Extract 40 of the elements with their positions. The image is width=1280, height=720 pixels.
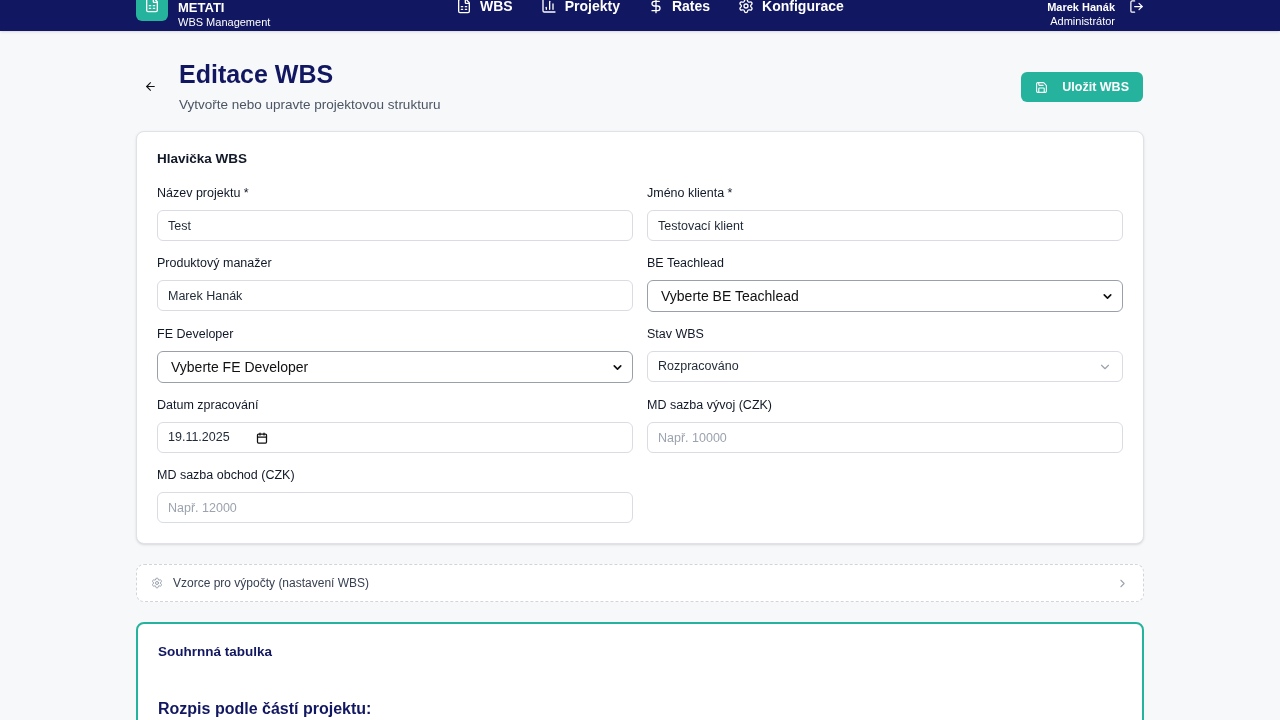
settings-icon	[151, 577, 163, 590]
select-field[interactable]: Vyberte FE Developer	[157, 351, 633, 384]
field-label: Název projektu *	[157, 185, 250, 202]
field-label: Datum zpracování	[157, 397, 260, 414]
date-field[interactable]: 19.11.2025	[157, 422, 633, 454]
field-label: Produktový manažer	[157, 255, 273, 272]
user-role: Administrátor	[1050, 15, 1115, 27]
input-field[interactable]: Např. 10000	[647, 422, 1123, 454]
field-label: FE Developer	[157, 326, 235, 343]
section-heading: Rozpis podle částí projektu:	[158, 698, 373, 719]
save-icon	[1035, 80, 1049, 94]
field-label: Stav WBS	[647, 326, 705, 343]
nav-link[interactable]: Konfigurace	[738, 0, 844, 17]
logout-icon[interactable]	[1129, 0, 1144, 14]
field-label: MD sazba vývoj (CZK)	[647, 397, 774, 414]
brand-subtitle: WBS Management	[178, 16, 271, 28]
brand-name: METATI	[178, 1, 226, 14]
page-subtitle: Vytvořte nebo upravte projektovou strukturu	[179, 96, 441, 114]
input-field[interactable]: Marek Hanák	[157, 280, 633, 312]
settings-icon	[738, 0, 755, 14]
user-name: Marek Hanák	[1047, 1, 1115, 13]
card-title: Souhrnná tabulka	[158, 643, 273, 662]
nav-link[interactable]: Rates	[647, 0, 711, 17]
input-field[interactable]: Např. 12000	[157, 492, 633, 524]
select-field[interactable]: Vyberte BE Teachlead	[647, 280, 1123, 313]
formulas-toggle[interactable]: Vzorce pro výpočty (nastavení WBS)	[136, 564, 1144, 603]
calendar-icon[interactable]	[256, 431, 268, 444]
nav-link[interactable]: Projekty	[540, 0, 620, 17]
page-title: Editace WBS	[179, 59, 335, 89]
card-title: Hlavička WBS	[157, 150, 249, 168]
input-field[interactable]: Testovací klient	[647, 210, 1123, 242]
back-icon[interactable]	[144, 80, 157, 93]
spreadsheet-icon	[456, 0, 472, 14]
select-field[interactable]: Rozpracováno	[647, 351, 1123, 383]
field-label: Jméno klienta *	[647, 185, 734, 202]
nav-link[interactable]: WBS	[456, 0, 513, 17]
field-label: BE Teachlead	[647, 255, 725, 272]
field-label: MD sazba obchod (CZK)	[157, 467, 296, 484]
chart-icon	[540, 0, 557, 14]
input-field[interactable]: Test	[157, 210, 633, 242]
